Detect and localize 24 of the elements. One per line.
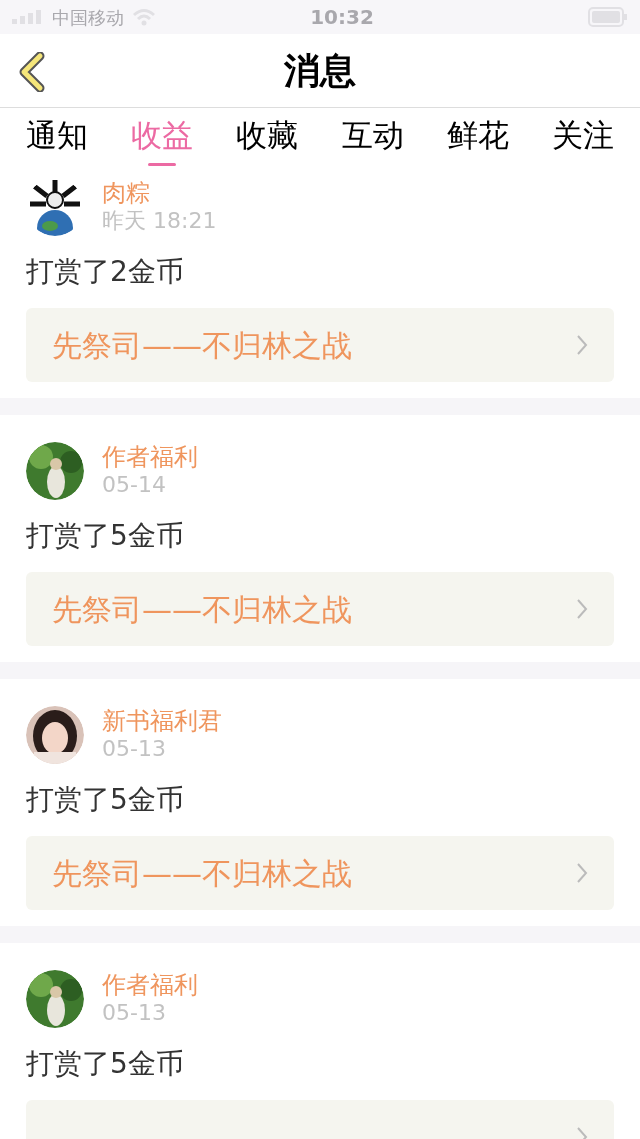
tab[interactable]: 鲜花 (446, 108, 509, 162)
tab[interactable]: 互动 (341, 108, 404, 162)
tab[interactable]: 关注 (551, 108, 614, 162)
tab[interactable]: 收藏 (236, 108, 299, 162)
message-time: 昨天 18:21 (102, 207, 217, 235)
sender-name: 作者福利 (102, 443, 198, 471)
sender-name: 肉粽 (102, 179, 151, 207)
sender-name: 新书福利君 (102, 707, 222, 735)
carrier-name: 中国移动 (52, 5, 124, 30)
message-text: 打赏了5金币 (26, 520, 185, 552)
chevron-icon (576, 598, 588, 620)
message-text: 打赏了2金币 (26, 256, 185, 288)
message-time: 05-13 (102, 999, 167, 1027)
page-title: 消息 (284, 48, 356, 93)
message-text: 打赏了5金币 (26, 784, 185, 816)
message-time: 05-13 (102, 735, 167, 763)
message-time: 05-14 (102, 471, 167, 499)
chevron-icon (576, 334, 588, 356)
back-icon (18, 52, 46, 92)
message-text: 打赏了5金币 (26, 1048, 185, 1080)
sender-name: 作者福利 (102, 971, 198, 999)
clock: 10:32 (310, 4, 375, 31)
chevron-icon (576, 862, 588, 884)
tab[interactable]: 通知 (26, 108, 88, 162)
